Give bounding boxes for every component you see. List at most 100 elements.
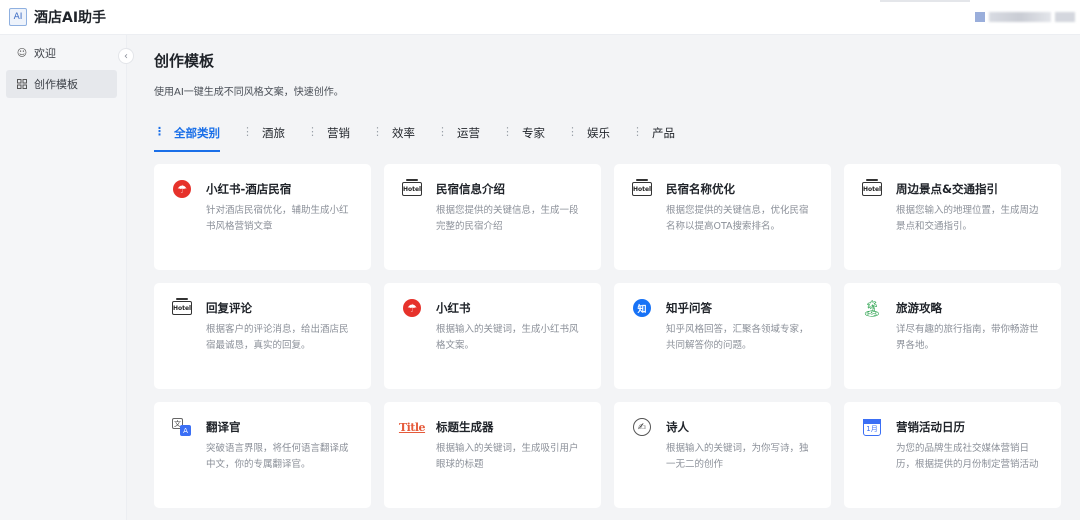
drag-dots-icon: ⋮ [372,125,383,138]
card-description: 根据您输入的地理位置，生成周边景点和交通指引。 [896,205,1039,232]
card-title: 周边景点&交通指引 [896,182,999,196]
tab-travel[interactable]: ⋮ 酒旅 [242,123,285,151]
card-title: 回复评论 [206,301,252,315]
template-card[interactable]: ✍ 诗人 根据输入的关键词，为你写诗，独一无二的创作 [614,402,831,508]
xiaohongshu-icon: ☂ [402,299,422,317]
card-description: 知乎风格回答，汇聚各领域专家，共同解答你的问题。 [666,324,809,351]
main-content: 创作模板 使用AI一键生成不同风格文案，快速创作。 ⋮ 全部类别 ⋮ 酒旅 ⋮ 营销 … [128,35,1080,520]
drag-dots-icon: ⋮ [242,125,253,138]
hotel-icon: Hotel [402,179,422,196]
tab-all[interactable]: ⋮ 全部类别 [154,123,220,152]
user-profile-blurred[interactable] [955,6,1080,28]
translate-target-glyph: A [180,425,191,436]
page-subtitle: 使用AI一键生成不同风格文案，快速创作。 [154,87,344,98]
card-description: 详尽有趣的旅行指南，带你畅游世界各地。 [896,324,1039,351]
tab-expert[interactable]: ⋮ 专家 [502,123,545,151]
tab-label: 效率 [392,126,415,140]
palm-tree-icon: 🏝 [861,298,883,318]
app-title: 酒店AI助手 [34,10,107,26]
grid-icon [16,78,28,90]
zhihu-icon: 知 [632,299,652,317]
sidebar-collapse-button[interactable]: ‹ [118,48,134,64]
calendar-icon: 1月 [863,418,881,436]
translate-icon: 文 A [172,418,192,436]
tab-marketing[interactable]: ⋮ 营销 [307,123,350,151]
tab-label: 全部类别 [174,126,220,140]
translate-icon: 文 A [172,418,192,436]
template-card[interactable]: 1月 营销活动日历 为您的品牌生成社交媒体营销日历，根据提供的月份制定营销活动 [844,402,1061,508]
drag-dots-icon: ⋮ [632,125,643,138]
sidebar: ☺ 欢迎 创作模板 [0,35,127,520]
category-tabs: ⋮ 全部类别 ⋮ 酒旅 ⋮ 营销 ⋮ 效率 ⋮ 运营 ⋮ 专家 ⋮ 娱乐 ⋮ 产品 [154,123,697,152]
template-card[interactable]: 文 A 翻译官 突破语言界限，将任何语言翻译成中文，你的专属翻译官。 [154,402,371,508]
template-card[interactable]: Hotel 民宿信息介绍 根据您提供的关键信息，生成一段完整的民宿介绍 [384,164,601,270]
hotel-icon: Hotel [172,298,192,315]
card-title: 民宿信息介绍 [436,182,505,196]
template-card[interactable]: 🏝 旅游攻略 详尽有趣的旅行指南，带你畅游世界各地。 [844,283,1061,389]
tab-efficiency[interactable]: ⋮ 效率 [372,123,415,151]
hotel-icon: Hotel [632,179,652,198]
app-logo-icon: AI [9,8,27,26]
card-description: 根据输入的关键词，为你写诗，独一无二的创作 [666,443,809,470]
xiaohongshu-icon: ☂ [403,299,421,317]
hotel-icon: Hotel [402,179,422,198]
top-bar: AI 酒店AI助手 [0,0,1080,35]
card-title: 民宿名称优化 [666,182,735,196]
card-title: 诗人 [666,420,689,434]
hotel-icon: Hotel [172,298,192,317]
card-description: 针对酒店民宿优化，辅助生成小红书风格营销文章 [206,205,349,232]
hotel-icon: Hotel [862,179,882,198]
xiaohongshu-icon: ☂ [173,180,191,198]
card-title: 标题生成器 [436,420,494,434]
username-blur [989,12,1051,22]
card-title: 旅游攻略 [896,301,942,315]
tab-operations[interactable]: ⋮ 运营 [437,123,480,151]
tab-label: 专家 [522,126,545,140]
card-description: 突破语言界限，将任何语言翻译成中文，你的专属翻译官。 [206,443,349,470]
card-description: 根据您提供的关键信息，优化民宿名称以提高OTA搜索排名。 [666,205,809,232]
drag-dots-icon: ⋮ [502,125,513,138]
title-icon: Title [398,420,426,434]
xiaohongshu-icon: ☂ [172,180,192,198]
card-description: 根据输入的关键词，生成吸引用户眼球的标题 [436,443,579,470]
card-title: 翻译官 [206,420,241,434]
drag-dots-icon: ⋮ [154,125,165,138]
hotel-icon: Hotel [862,179,882,196]
card-description: 为您的品牌生成社交媒体营销日历，根据提供的月份制定营销活动 [896,443,1039,470]
poet-icon: ✍ [633,418,651,436]
tab-label: 酒旅 [262,126,285,140]
tab-label: 娱乐 [587,126,610,140]
template-card[interactable]: ☂ 小红书 根据输入的关键词，生成小红书风格文案。 [384,283,601,389]
sidebar-item-welcome[interactable]: ☺ 欢迎 [6,39,117,67]
page-title: 创作模板 [154,52,215,70]
card-title: 小红书 [436,301,471,315]
drag-dots-icon: ⋮ [307,125,318,138]
drag-dots-icon: ⋮ [437,125,448,138]
card-description: 根据您提供的关键信息，生成一段完整的民宿介绍 [436,205,579,232]
card-title: 小红书-酒店民宿 [206,182,292,196]
smile-icon: ☺ [16,47,28,59]
card-description: 根据输入的关键词，生成小红书风格文案。 [436,324,579,351]
user-extra-blur [1055,12,1075,22]
tab-product[interactable]: ⋮ 产品 [632,123,675,151]
tab-label: 产品 [652,126,675,140]
sidebar-item-label: 创作模板 [34,78,78,91]
avatar-icon [975,12,985,22]
template-card[interactable]: Hotel 周边景点&交通指引 根据您输入的地理位置，生成周边景点和交通指引。 [844,164,1061,270]
poet-icon: ✍ [632,418,652,436]
calendar-icon: 1月 [862,418,882,436]
tab-entertainment[interactable]: ⋮ 娱乐 [567,123,610,151]
template-card[interactable]: Title 标题生成器 根据输入的关键词，生成吸引用户眼球的标题 [384,402,601,508]
hotel-icon: Hotel [632,179,652,196]
tab-label: 运营 [457,126,480,140]
zhihu-icon: 知 [633,299,651,317]
title-icon: Title [398,418,426,436]
template-card[interactable]: Hotel 回复评论 根据客户的评论消息，给出酒店民宿最诚恳，真实的回复。 [154,283,371,389]
template-card[interactable]: Hotel 民宿名称优化 根据您提供的关键信息，优化民宿名称以提高OTA搜索排名… [614,164,831,270]
sidebar-item-templates[interactable]: 创作模板 [6,70,117,98]
top-shadow-divider [880,0,970,2]
template-card[interactable]: ☂ 小红书-酒店民宿 针对酒店民宿优化，辅助生成小红书风格营销文章 [154,164,371,270]
card-title: 知乎问答 [666,301,712,315]
card-title: 营销活动日历 [896,420,965,434]
template-card[interactable]: 知 知乎问答 知乎风格回答，汇聚各领域专家，共同解答你的问题。 [614,283,831,389]
